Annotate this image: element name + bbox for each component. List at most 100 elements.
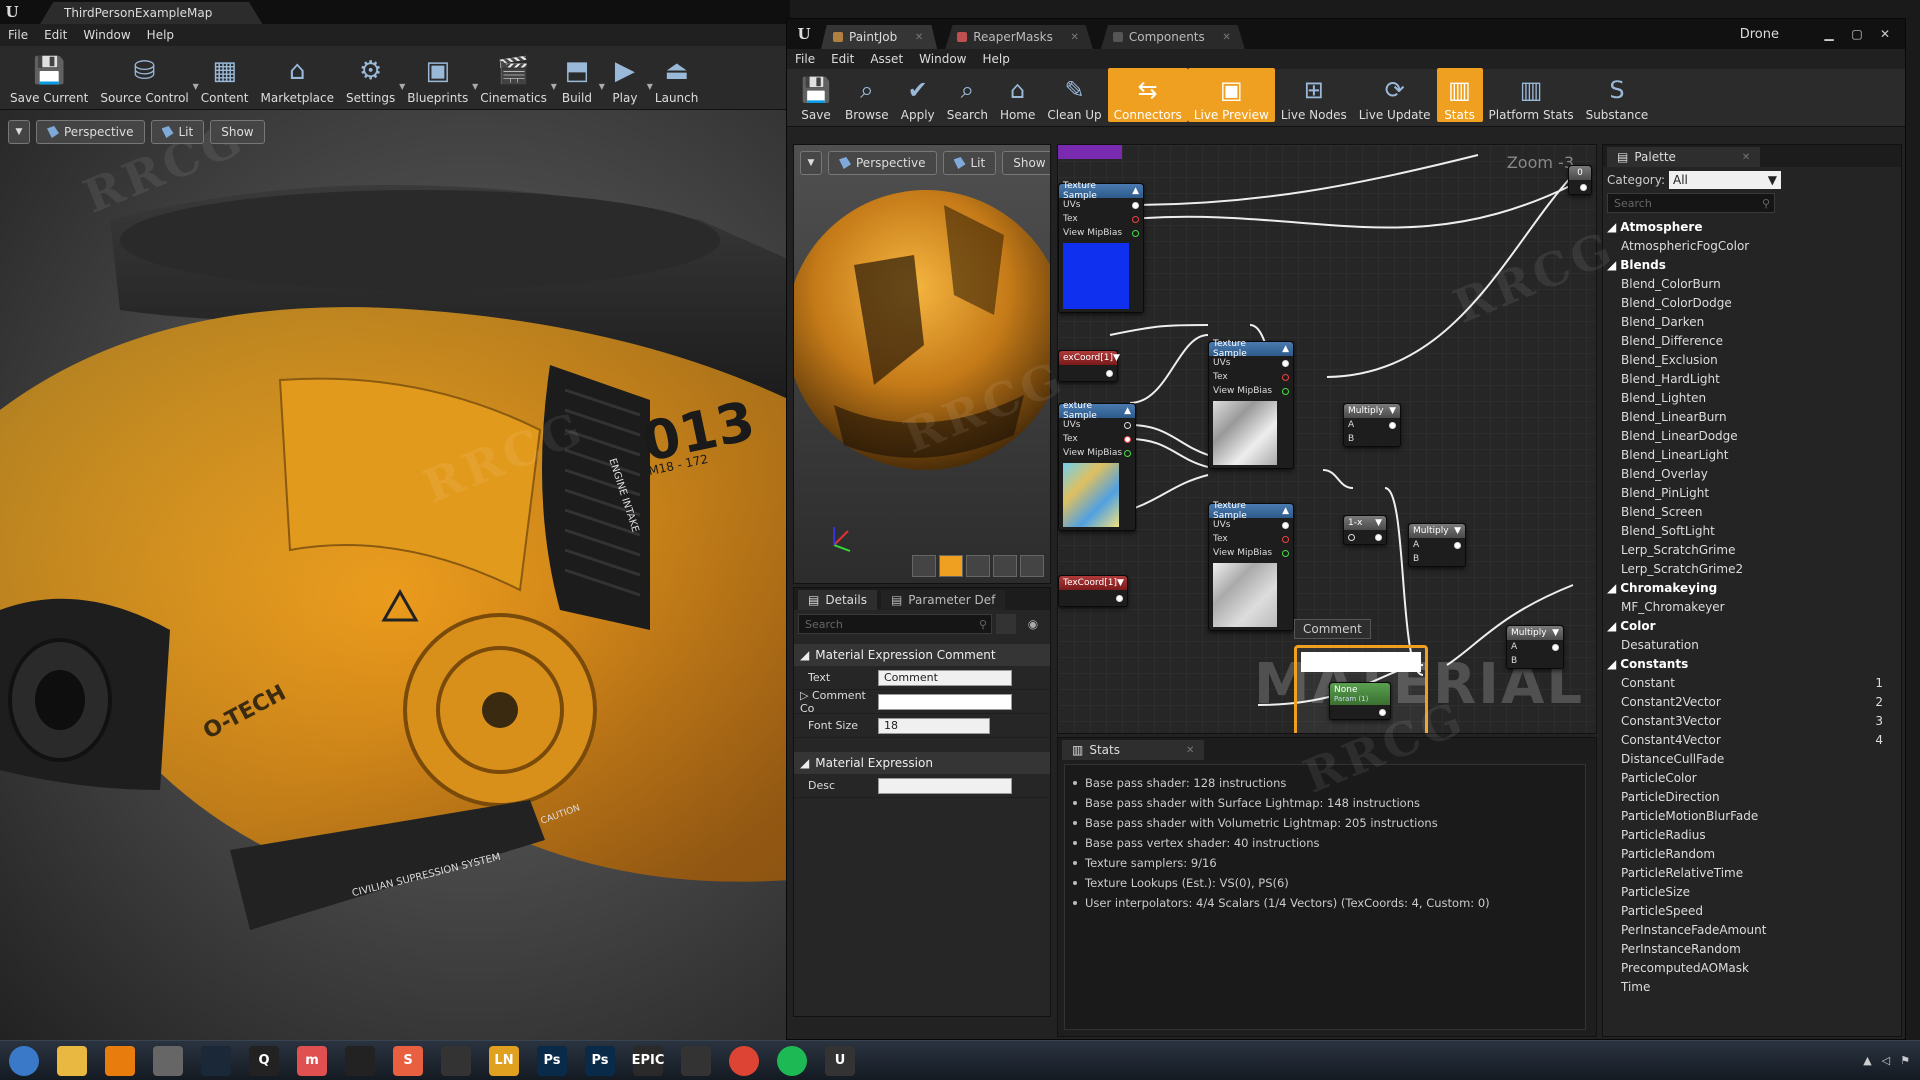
menu-window[interactable]: Window — [83, 28, 130, 42]
level-tab[interactable]: ThirdPersonExampleMap — [40, 2, 263, 24]
palette-item[interactable]: Blend_Overlay — [1607, 464, 1901, 483]
pin-icon[interactable] — [1124, 449, 1131, 457]
texture-sample-node[interactable]: exture Sample ▲ UVs Tex View MipBias — [1058, 401, 1136, 531]
pin-icon[interactable] — [1454, 541, 1461, 549]
live-nodes-button[interactable]: ⊞ Live Nodes — [1275, 68, 1353, 122]
grid-view-icon[interactable] — [996, 614, 1016, 634]
connectors-button[interactable]: ⇆ Connectors — [1107, 68, 1188, 122]
menu-asset[interactable]: Asset — [870, 52, 903, 66]
play-button[interactable]: ▶ Play ▼ — [601, 54, 653, 105]
home-button[interactable]: ⌂ Home — [994, 68, 1041, 122]
taskbar-epic-games-icon[interactable]: EPIC — [624, 1041, 672, 1080]
flag-icon[interactable]: ⚑ — [1900, 1054, 1910, 1067]
palette-item[interactable]: Blend_LinearLight — [1607, 445, 1901, 464]
palette-item[interactable]: PerInstanceFadeAmount — [1607, 920, 1901, 939]
palette-item[interactable]: Blend_PinLight — [1607, 483, 1901, 502]
palette-item[interactable]: Constant2Vector 2 — [1607, 692, 1901, 711]
section-material-expression-comment[interactable]: ◢ Material Expression Comment — [794, 644, 1050, 666]
palette-item[interactable]: Blend_SoftLight — [1607, 521, 1901, 540]
comment-color-swatch[interactable] — [878, 693, 1012, 710]
collapse-icon[interactable]: ▲ — [1282, 506, 1289, 516]
save-button[interactable]: 💾 Save — [793, 68, 839, 122]
multiply-node[interactable]: Multiply ▼ A B — [1506, 625, 1564, 669]
taskbar-steam-icon[interactable] — [192, 1041, 240, 1080]
pin-icon[interactable] — [1282, 521, 1289, 529]
tab-details[interactable]: ▤ Details — [798, 590, 877, 610]
palette-item[interactable]: Blend_Darken — [1607, 312, 1901, 331]
tab-stats[interactable]: ▥ Stats ✕ — [1062, 740, 1205, 760]
palette-group[interactable]: ◢ Blends — [1607, 255, 1901, 274]
live-preview-button[interactable]: ▣ Live Preview — [1187, 68, 1275, 122]
settings-button[interactable]: ⚙ Settings ▼ — [340, 54, 405, 105]
close-icon[interactable]: ✕ — [915, 32, 923, 43]
pin-icon[interactable] — [1282, 373, 1289, 381]
close-icon[interactable]: ✕ — [1186, 745, 1194, 756]
font-size-field[interactable]: 18 — [878, 717, 990, 734]
palette-item[interactable]: ParticleRadius — [1607, 825, 1901, 844]
dropdown-icon[interactable]: ▼ — [1552, 628, 1559, 638]
dropdown-icon[interactable]: ▼ — [1389, 406, 1396, 416]
texture-sample-node[interactable]: Texture Sample ▲ UVs Tex View MipBias — [1208, 339, 1294, 469]
pin-icon[interactable] — [1389, 421, 1396, 429]
close-icon[interactable]: ✕ — [1222, 32, 1230, 43]
pin-icon[interactable] — [1124, 435, 1131, 443]
dropdown-icon[interactable]: ▼ — [1375, 518, 1382, 528]
search-button[interactable]: ⌕ Search — [941, 68, 994, 122]
tab-components[interactable]: Components ✕ — [1100, 25, 1245, 49]
close-icon[interactable]: ✕ — [1871, 24, 1899, 44]
pin-icon[interactable] — [1282, 535, 1289, 543]
dropdown-icon[interactable]: ▼ — [1117, 578, 1124, 588]
plane-shape-icon[interactable] — [966, 555, 990, 577]
taskbar-unknown-icon[interactable] — [672, 1041, 720, 1080]
pin-icon[interactable] — [1116, 594, 1123, 602]
palette-group[interactable]: ◢ Color — [1607, 616, 1901, 635]
taskbar-chrome-icon[interactable] — [720, 1041, 768, 1080]
palette-item[interactable]: Constant4Vector 4 — [1607, 730, 1901, 749]
preview-options-dropdown[interactable]: ▼ — [800, 151, 822, 175]
taskbar-blender-icon[interactable] — [96, 1041, 144, 1080]
palette-item[interactable]: ParticleSize — [1607, 882, 1901, 901]
close-icon[interactable]: ✕ — [1070, 32, 1078, 43]
material-preview-viewport[interactable]: ▼ Perspective Lit Show — [793, 144, 1051, 584]
palette-item[interactable]: Blend_Screen — [1607, 502, 1901, 521]
palette-item[interactable]: ParticleRelativeTime — [1607, 863, 1901, 882]
desc-field[interactable] — [878, 777, 1012, 794]
collapse-icon[interactable]: ▲ — [1282, 344, 1289, 354]
palette-item[interactable]: Blend_ColorDodge — [1607, 293, 1901, 312]
palette-item[interactable]: Time — [1607, 977, 1901, 996]
marketplace-button[interactable]: ⌂ Marketplace — [254, 54, 340, 105]
taskbar-marmoset-icon[interactable] — [144, 1041, 192, 1080]
blueprints-button[interactable]: ▣ Blueprints ▼ — [401, 54, 478, 105]
taskbar-explorer-icon[interactable] — [48, 1041, 96, 1080]
content-button[interactable]: ▦ Content — [195, 54, 255, 105]
section-material-expression[interactable]: ◢ Material Expression — [794, 752, 1050, 774]
pin-icon[interactable] — [1580, 183, 1587, 191]
browse-button[interactable]: ⌕ Browse — [839, 68, 895, 122]
pin-icon[interactable] — [1106, 369, 1113, 377]
tab-parameter-defaults[interactable]: ▤ Parameter Def — [880, 590, 1006, 610]
clean-up-button[interactable]: ✎ Clean Up — [1041, 68, 1107, 122]
comment-title-field[interactable] — [1301, 652, 1421, 672]
multiply-node[interactable]: Multiply ▼ A B — [1408, 523, 1466, 567]
volume-icon[interactable]: ◁ — [1882, 1054, 1890, 1067]
pin-icon[interactable] — [1132, 229, 1139, 237]
tab-reapermasks[interactable]: ReaperMasks ✕ — [945, 25, 1093, 49]
network-icon[interactable]: ▲ — [1863, 1054, 1871, 1067]
palette-search-input[interactable]: Search ⚲ — [1607, 193, 1775, 213]
texture-sample-node[interactable]: Texture Sample ▲ UVs Tex View MipBias — [1208, 501, 1294, 631]
show-button[interactable]: Show — [210, 120, 265, 144]
minimize-icon[interactable]: ▁ — [1815, 24, 1843, 44]
cube-shape-icon[interactable] — [993, 555, 1017, 577]
taskbar-photoshop-2-icon[interactable]: Ps — [576, 1041, 624, 1080]
dropdown-icon[interactable]: ▼ — [1113, 353, 1120, 363]
parameter-node[interactable]: None Param (1) — [1329, 682, 1391, 720]
collapse-icon[interactable]: ▲ — [1124, 406, 1131, 416]
texture-sample-node[interactable]: Texture Sample ▲ UVs Tex View MipBias — [1058, 181, 1144, 313]
perspective-button[interactable]: Perspective — [36, 120, 145, 144]
pin-icon[interactable] — [1282, 359, 1289, 367]
menu-edit[interactable]: Edit — [831, 52, 854, 66]
taskbar-spotify-icon[interactable] — [768, 1041, 816, 1080]
dropdown-icon[interactable]: ▼ — [1454, 526, 1461, 536]
stats-button[interactable]: ▥ Stats — [1436, 68, 1483, 122]
palette-item[interactable]: Blend_Exclusion — [1607, 350, 1901, 369]
